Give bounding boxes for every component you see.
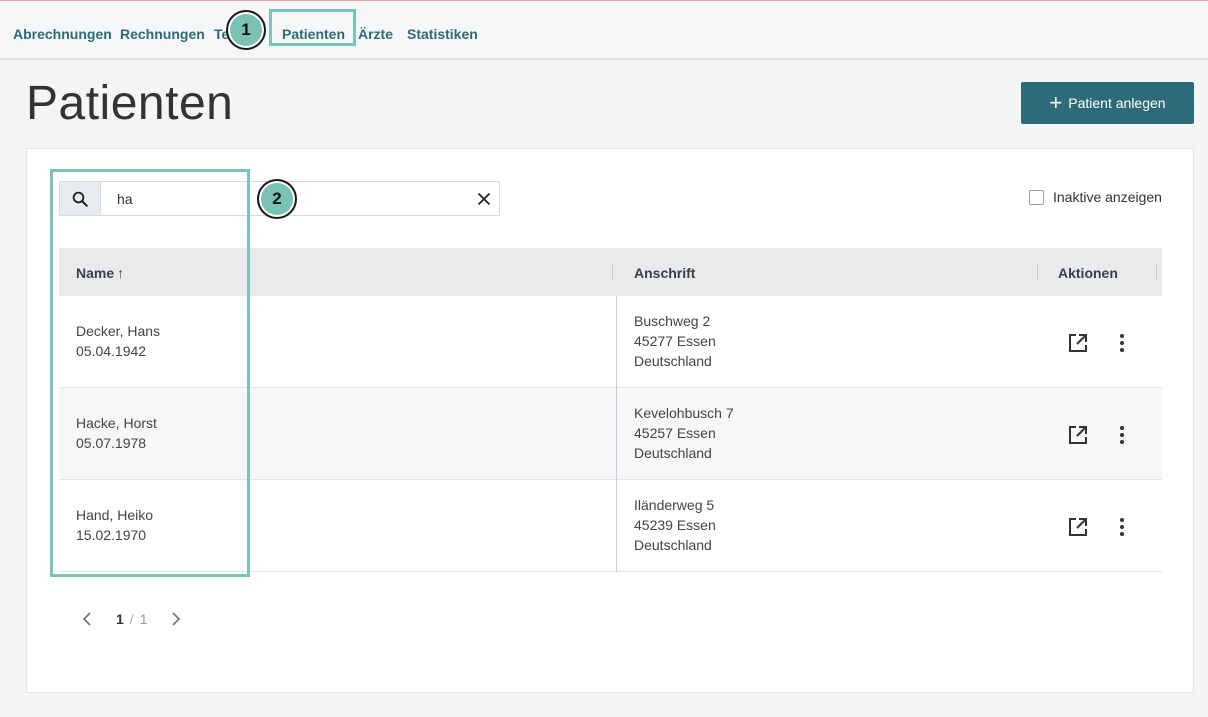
table-header: Name ↑ Anschrift Aktionen — [59, 248, 1162, 296]
patient-dob: 05.07.1978 — [76, 435, 147, 451]
more-vertical-icon[interactable] — [1113, 332, 1131, 354]
plus-icon: + — [1049, 90, 1063, 115]
chevron-right-icon[interactable] — [166, 609, 186, 629]
nav-item-aerzte[interactable]: Ärzte — [358, 26, 393, 42]
patient-name: Hacke, Horst — [76, 415, 157, 431]
column-divider — [616, 480, 617, 572]
patient-name-cell: Decker, Hans 05.04.1942 — [76, 321, 160, 361]
step-badge-1: 1 — [226, 10, 266, 50]
column-resize-handle[interactable] — [1037, 264, 1038, 280]
search-icon[interactable] — [60, 182, 101, 215]
column-header-name[interactable]: Name ↑ — [76, 265, 124, 281]
patient-dob: 05.04.1942 — [76, 343, 147, 359]
more-vertical-icon[interactable] — [1113, 516, 1131, 538]
sort-ascending-icon: ↑ — [117, 265, 125, 281]
open-external-icon[interactable] — [1067, 332, 1089, 354]
show-inactive-checkbox[interactable] — [1029, 189, 1044, 205]
patient-name-cell: Hacke, Horst 05.07.1978 — [76, 413, 157, 453]
patient-name: Decker, Hans — [76, 323, 161, 339]
chevron-left-icon[interactable] — [77, 609, 97, 629]
column-resize-handle[interactable] — [1156, 264, 1157, 280]
column-divider — [616, 388, 617, 480]
add-patient-button[interactable]: + Patient anlegen — [1021, 82, 1194, 124]
open-external-icon[interactable] — [1067, 516, 1089, 538]
show-inactive-toggle[interactable]: Inaktive anzeigen — [1029, 189, 1162, 205]
column-divider — [616, 296, 617, 388]
patient-name: Hand, Heiko — [76, 507, 154, 523]
column-header-aktionen: Aktionen — [1058, 265, 1118, 281]
add-patient-label: Patient anlegen — [1068, 95, 1166, 111]
step-badge-2: 2 — [257, 179, 297, 219]
show-inactive-label: Inaktive anzeigen — [1053, 189, 1162, 205]
nav-item-rechnungen[interactable]: Rechnungen — [120, 26, 205, 42]
page-title: Patienten — [26, 77, 234, 130]
patient-name-cell: Hand, Heiko 15.02.1970 — [76, 505, 153, 545]
pagination: 1 / 1 — [77, 607, 186, 631]
table-row[interactable]: Hand, Heiko 15.02.1970 Iländerweg 5 4523… — [59, 480, 1162, 572]
patients-card: Inaktive anzeigen Name ↑ Anschrift Aktio… — [26, 148, 1194, 693]
table-row[interactable]: Hacke, Horst 05.07.1978 Kevelohbusch 7 4… — [59, 388, 1162, 480]
patient-address-cell: Iländerweg 5 45239 Essen Deutschland — [634, 497, 716, 553]
open-external-icon[interactable] — [1067, 424, 1089, 446]
column-resize-handle[interactable] — [612, 264, 613, 280]
pagination-total-pages: 1 — [139, 611, 148, 627]
more-vertical-icon[interactable] — [1113, 424, 1131, 446]
nav-item-patienten[interactable]: Patienten — [282, 26, 346, 45]
pagination-separator: / — [129, 611, 134, 627]
top-navigation: Abrechnungen Rechnungen Te Patienten Ärz… — [0, 0, 1208, 58]
patient-address-cell: Kevelohbusch 7 45257 Essen Deutschland — [634, 405, 734, 461]
patient-dob: 15.02.1970 — [76, 527, 147, 543]
close-icon[interactable] — [469, 182, 499, 215]
patient-address-cell: Buschweg 2 45277 Essen Deutschland — [634, 313, 716, 369]
table-row[interactable]: Decker, Hans 05.04.1942 Buschweg 2 45277… — [59, 296, 1162, 388]
nav-item-statistiken[interactable]: Statistiken — [407, 26, 478, 42]
column-header-anschrift[interactable]: Anschrift — [634, 265, 695, 281]
pagination-current-page: 1 — [116, 611, 124, 627]
patients-table: Name ↑ Anschrift Aktionen Decker, Hans 0… — [59, 248, 1162, 572]
nav-item-abrechnungen[interactable]: Abrechnungen — [13, 26, 112, 42]
